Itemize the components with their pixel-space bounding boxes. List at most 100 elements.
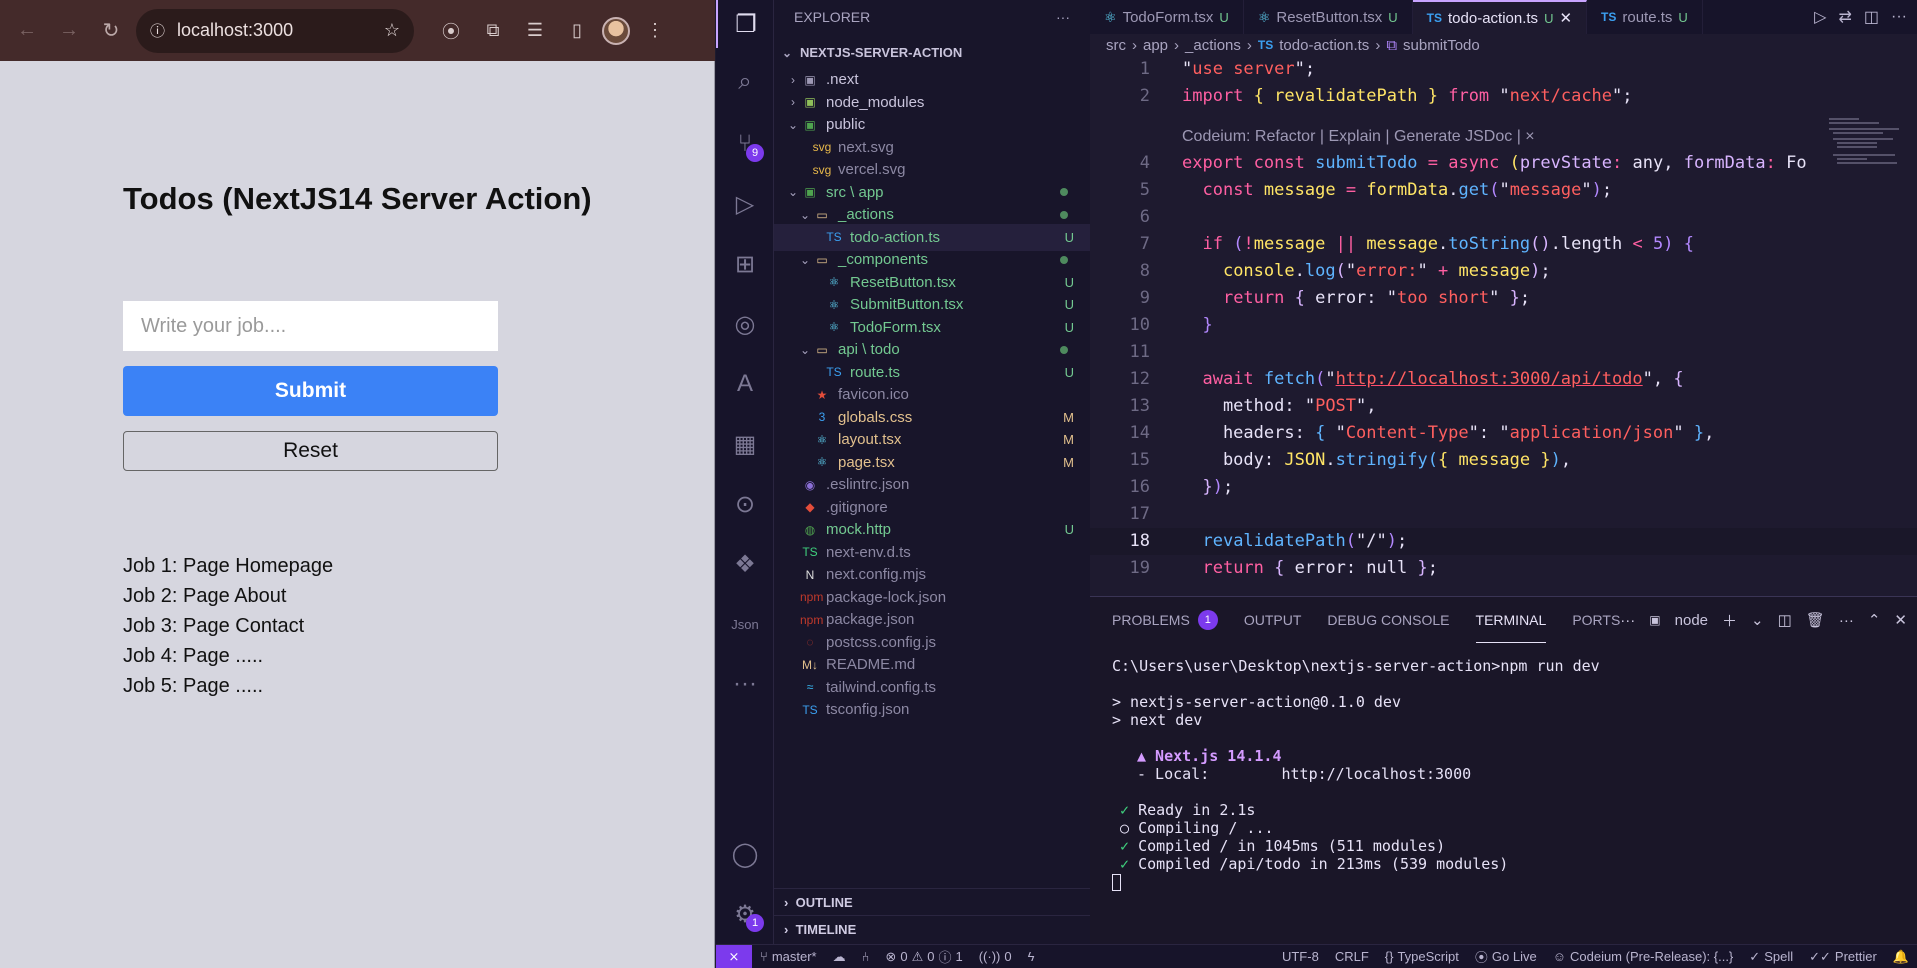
branch-indicator[interactable]: ⑂ master* <box>752 949 825 964</box>
puzzle-extensions-icon[interactable]: ⧉ <box>476 14 510 48</box>
file-type-icon: 3 <box>818 410 826 424</box>
gitlens-icon[interactable]: ⊙ <box>716 480 774 528</box>
chevron-down-icon[interactable]: ⌄ <box>786 185 800 199</box>
tree-item-label: .gitignore <box>826 498 888 516</box>
new-terminal-icon[interactable]: ＋ <box>1722 610 1737 631</box>
codeium-indicator[interactable]: ☺ Codeium (Pre-Release): {...} <box>1545 949 1742 964</box>
language-indicator[interactable]: {} TypeScript <box>1377 949 1467 964</box>
azure-icon[interactable]: A <box>716 360 774 408</box>
breadcrumb-item[interactable]: _actions <box>1185 37 1241 54</box>
kebab-menu-icon[interactable]: ⋮ <box>638 14 672 48</box>
submit-button[interactable]: Submit <box>123 366 498 416</box>
figma-icon[interactable]: ❖ <box>716 540 774 588</box>
terminal-name[interactable]: node <box>1675 612 1708 629</box>
prettier-indicator[interactable]: ✓✓ Prettier <box>1801 949 1885 965</box>
terminal-output[interactable]: C:\Users\user\Desktop\nextjs-server-acti… <box>1112 657 1902 891</box>
chevron-down-icon[interactable]: ⌄ <box>798 253 812 267</box>
reset-button[interactable]: Reset <box>123 431 498 471</box>
tab-output[interactable]: OUTPUT <box>1244 597 1302 643</box>
ports-indicator[interactable]: ((·)) 0 <box>971 949 1020 964</box>
encoding-indicator[interactable]: UTF-8 <box>1274 949 1327 964</box>
close-tab-icon[interactable]: ✕ <box>1559 9 1572 27</box>
terminal-cursor <box>1112 874 1121 891</box>
gitlens-status-icon[interactable]: ⑃ <box>854 949 878 964</box>
chevron-right-icon[interactable]: › <box>786 73 800 87</box>
tree-item[interactable]: TS tsconfig.json <box>774 696 1090 723</box>
forward-arrow-icon[interactable]: → <box>52 14 86 48</box>
sync-icon[interactable]: ☁ <box>825 949 854 965</box>
tab-resetbutton[interactable]: ⚛ ResetButton.tsx U <box>1243 0 1413 34</box>
close-panel-icon[interactable]: ✕ <box>1894 611 1907 629</box>
job-item: Job 1: Page Homepage <box>123 555 334 577</box>
json-icon[interactable]: Json <box>716 600 774 648</box>
explorer-files-icon[interactable]: ❐ <box>716 0 774 48</box>
breadcrumb-item[interactable]: src <box>1106 37 1126 54</box>
tab-ports[interactable]: PORTS <box>1572 597 1620 643</box>
problems-indicator[interactable]: ⊗ 0 ⚠ 0 ⓘ 1 <box>877 947 970 966</box>
profile-avatar[interactable] <box>602 16 630 45</box>
tree-item-label: next-env.d.ts <box>826 543 911 561</box>
settings-gear-icon[interactable]: ⚙ 1 <box>716 890 774 938</box>
maximize-panel-icon[interactable]: ⌃ <box>1868 611 1881 629</box>
compare-icon[interactable]: ⇄ <box>1838 7 1851 27</box>
tab-todo-action[interactable]: TS todo-action.ts U ✕ <box>1412 0 1588 34</box>
react-file-icon: ⚛ <box>1257 8 1271 25</box>
tab-problems[interactable]: PROBLEMS 1 <box>1112 597 1218 643</box>
tree-item-label: tailwind.config.ts <box>826 678 937 696</box>
search-icon[interactable]: ⌕ <box>716 58 774 106</box>
job-input[interactable] <box>123 301 498 351</box>
run-debug-icon[interactable]: ▷ <box>716 180 774 228</box>
terminal-icon[interactable]: ▣ <box>1649 613 1660 627</box>
chevron-down-icon[interactable]: ⌄ <box>798 208 812 222</box>
chevron-down-icon[interactable]: ⌄ <box>798 343 812 357</box>
site-info-icon[interactable]: ⓘ <box>150 20 165 41</box>
tab-terminal[interactable]: TERMINAL <box>1475 597 1547 643</box>
more-views-icon[interactable]: ··· <box>716 660 774 708</box>
more-tabs-icon[interactable]: ··· <box>1620 612 1635 629</box>
source-control-icon[interactable]: ⑂ 9 <box>716 120 774 168</box>
split-editor-icon[interactable]: ◫ <box>1864 7 1879 27</box>
outline-section[interactable]: › OUTLINE <box>774 888 1090 915</box>
breadcrumb-item[interactable]: todo-action.ts <box>1279 37 1369 54</box>
eol-indicator[interactable]: CRLF <box>1327 949 1377 964</box>
minimap[interactable] <box>1827 116 1917 196</box>
tree-item-label: route.ts <box>850 363 901 381</box>
trash-icon[interactable]: 🗑 <box>1806 611 1825 629</box>
chevron-right-icon[interactable]: › <box>786 95 800 109</box>
code-editor[interactable]: 1 "use server"; 2 import { revalidatePath … <box>1090 56 1917 596</box>
spell-indicator[interactable]: ✓ Spell <box>1741 949 1801 965</box>
reload-icon[interactable]: ↻ <box>94 14 128 48</box>
breadcrumb-item[interactable]: app <box>1143 37 1168 54</box>
tab-todoform[interactable]: ⚛ TodoForm.tsx U <box>1090 0 1244 34</box>
run-icon[interactable]: ▷ <box>1814 7 1826 27</box>
codeium-codelens[interactable]: Codeium: Refactor | Explain | Generate J… <box>1182 123 1535 150</box>
docker-icon[interactable]: ▦ <box>716 420 774 468</box>
tab-label: todo-action.ts <box>1448 9 1539 27</box>
more-actions-icon[interactable]: ··· <box>1839 612 1854 629</box>
more-actions-icon[interactable]: ··· <box>1891 8 1907 26</box>
back-arrow-icon[interactable]: ← <box>10 14 44 48</box>
notifications-bell-icon[interactable]: 🔔 <box>1885 949 1917 965</box>
extension-icon[interactable]: ⦿ <box>434 14 468 48</box>
chevron-down-icon[interactable]: ⌄ <box>786 118 800 132</box>
remote-indicator-icon[interactable]: ⨯ <box>716 944 752 968</box>
tree-item-label: layout.tsx <box>838 431 902 448</box>
media-queue-icon[interactable]: ☰ <box>518 14 552 48</box>
lightning-icon[interactable]: ϟ <box>1020 949 1043 964</box>
go-live-button[interactable]: ⦿ Go Live <box>1467 947 1545 966</box>
project-root[interactable]: ⌄ NEXTJS-SERVER-ACTION <box>774 39 1090 66</box>
more-actions-icon[interactable]: ··· <box>1056 9 1070 25</box>
braces-icon: {} <box>1384 949 1394 964</box>
tab-route[interactable]: TS route.ts U <box>1587 0 1703 34</box>
bookmark-star-icon[interactable]: ☆ <box>384 20 400 41</box>
split-terminal-icon[interactable]: ◫ <box>1778 611 1792 629</box>
extensions-icon[interactable]: ⊞ <box>716 240 774 288</box>
account-icon[interactable]: ◯ <box>716 830 774 878</box>
timeline-section[interactable]: › TIMELINE <box>774 915 1090 942</box>
breadcrumb-item[interactable]: submitTodo <box>1403 37 1480 54</box>
tab-debug-console[interactable]: DEBUG CONSOLE <box>1327 597 1449 643</box>
chevron-down-icon[interactable]: ⌄ <box>1751 611 1764 629</box>
address-bar[interactable]: ⓘ localhost:3000 ☆ <box>136 8 414 53</box>
remote-explorer-icon[interactable]: ◎ <box>716 300 774 348</box>
side-panel-icon[interactable]: ▯ <box>560 14 594 48</box>
